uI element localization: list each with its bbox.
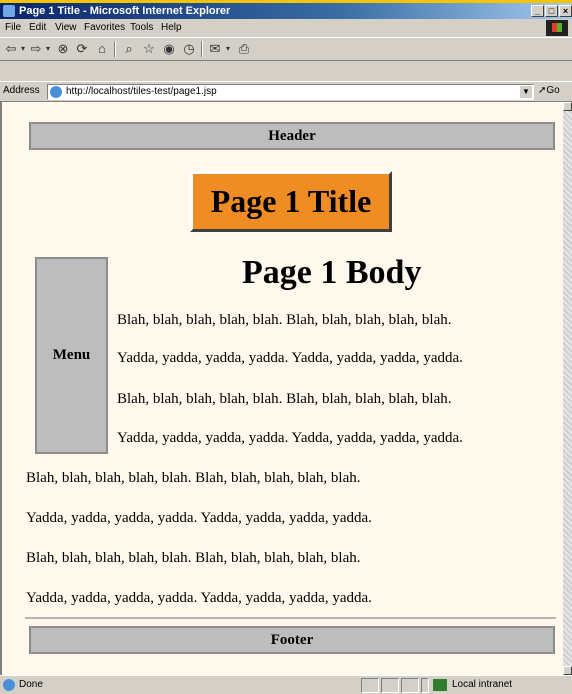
back-icon[interactable]: ⇦ — [4, 41, 18, 57]
page-title: Page 1 Title — [190, 171, 392, 232]
address-url[interactable]: http://localhost/tiles-test/page1.jsp — [66, 86, 217, 98]
body-paragraph: Blah, blah, blah, blah, blah. Blah, blah… — [26, 470, 361, 486]
toolbar-spacer — [0, 61, 572, 81]
status-pane — [421, 678, 429, 693]
menu-edit[interactable]: Edit — [29, 19, 46, 37]
mail-dropdown-icon[interactable]: ▾ — [224, 41, 232, 57]
intranet-zone-icon — [433, 679, 447, 691]
print-icon[interactable]: ⎙ — [236, 41, 252, 57]
back-dropdown-icon[interactable]: ▾ — [19, 41, 27, 57]
body-paragraph: Yadda, yadda, yadda, yadda. Yadda, yadda… — [117, 430, 463, 446]
status-bar: Done Local intranet — [0, 675, 572, 694]
body-paragraph: Blah, blah, blah, blah, blah. Blah, blah… — [26, 550, 361, 566]
page-content: Header Page 1 Title Menu Page 1 Body Bla… — [0, 102, 563, 675]
page-menu: Menu — [35, 257, 108, 454]
go-button[interactable]: ➚Go — [538, 85, 560, 96]
menu-view[interactable]: View — [55, 19, 77, 37]
page-status-icon — [3, 679, 15, 691]
body-paragraph: Yadda, yadda, yadda, yadda. Yadda, yadda… — [26, 590, 372, 606]
search-icon[interactable]: ⌕ — [121, 41, 137, 57]
home-icon[interactable]: ⌂ — [94, 41, 110, 57]
address-label: Address — [3, 85, 40, 96]
ie-app-icon — [3, 5, 15, 17]
menu-tools[interactable]: Tools — [130, 19, 153, 37]
menu-favorites[interactable]: Favorites — [84, 19, 125, 37]
history-icon[interactable]: ◷ — [181, 41, 197, 57]
page-header: Header — [29, 122, 555, 150]
toolbar-separator — [114, 41, 116, 57]
go-label: Go — [546, 85, 560, 96]
address-bar: Address http://localhost/tiles-test/page… — [0, 81, 572, 102]
windows-logo-icon — [546, 20, 568, 36]
menu-file[interactable]: File — [5, 19, 21, 37]
body-paragraph: Yadda, yadda, yadda, yadda. Yadda, yadda… — [117, 350, 463, 366]
status-pane — [401, 678, 419, 693]
forward-icon[interactable]: ⇨ — [29, 41, 43, 57]
maximize-button[interactable]: □ — [545, 5, 558, 17]
page-footer: Footer — [29, 626, 555, 654]
mail-icon[interactable]: ✉ — [207, 41, 223, 57]
window-titlebar[interactable]: Page 1 Title - Microsoft Internet Explor… — [0, 3, 572, 19]
body-title: Page 1 Body — [242, 254, 422, 291]
footer-divider — [25, 617, 556, 619]
page-icon — [50, 86, 62, 98]
media-icon[interactable]: ◉ — [161, 41, 177, 57]
body-paragraph: Blah, blah, blah, blah, blah. Blah, blah… — [117, 391, 452, 407]
body-paragraph: Yadda, yadda, yadda, yadda. Yadda, yadda… — [26, 510, 372, 526]
toolbar-separator — [201, 41, 203, 57]
window-title: Page 1 Title - Microsoft Internet Explor… — [19, 5, 231, 17]
security-zone: Local intranet — [452, 679, 513, 690]
status-pane — [361, 678, 379, 693]
favorites-icon[interactable]: ☆ — [141, 41, 157, 57]
address-input[interactable]: http://localhost/tiles-test/page1.jsp ▼ — [47, 84, 534, 100]
menu-bar: File Edit View Favorites Tools Help — [0, 19, 572, 37]
vertical-scrollbar[interactable] — [563, 102, 572, 675]
chevron-down-icon[interactable]: ▼ — [520, 86, 532, 98]
status-pane — [381, 678, 399, 693]
standard-toolbar: ⇦ ▾ ⇨ ▾ ⊗ ⟳ ⌂ ⌕ ☆ ◉ ◷ ✉ ▾ ⎙ — [0, 37, 572, 61]
minimize-button[interactable]: _ — [531, 5, 544, 17]
close-button[interactable]: × — [559, 5, 572, 17]
refresh-icon[interactable]: ⟳ — [74, 41, 90, 57]
scroll-down-icon[interactable] — [563, 666, 572, 675]
forward-dropdown-icon[interactable]: ▾ — [44, 41, 52, 57]
menu-help[interactable]: Help — [161, 19, 182, 37]
scroll-up-icon[interactable] — [563, 102, 572, 111]
body-paragraph: Blah, blah, blah, blah, blah. Blah, blah… — [117, 312, 452, 328]
status-text: Done — [19, 679, 43, 690]
stop-icon[interactable]: ⊗ — [55, 41, 71, 57]
